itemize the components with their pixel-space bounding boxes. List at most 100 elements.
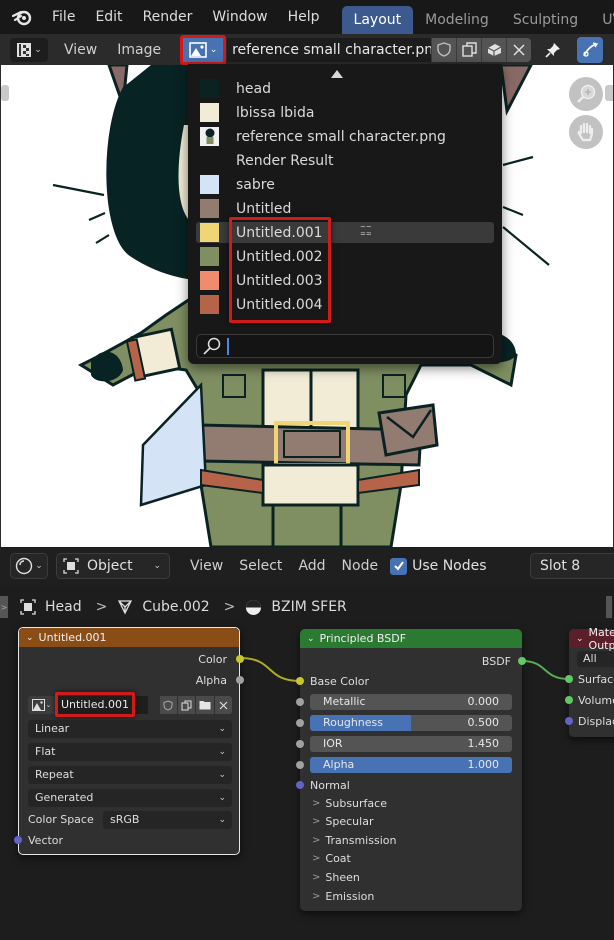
pin-icon[interactable]: [539, 38, 567, 62]
use-nodes-checkbox[interactable]: [390, 557, 408, 575]
collapse-chevron-icon[interactable]: ⌄: [576, 634, 584, 644]
menu-add[interactable]: Add: [290, 558, 333, 574]
tab-layout[interactable]: Layout: [341, 6, 414, 34]
socket-metallic-input[interactable]: [296, 698, 304, 706]
duplicate-image-icon[interactable]: [456, 37, 482, 62]
alpha-slider[interactable]: Alpha 1.000: [310, 757, 512, 773]
socket-base-color-input[interactable]: [296, 677, 304, 685]
pack-image-icon[interactable]: [481, 37, 507, 62]
socket-surface-input[interactable]: [565, 675, 573, 683]
tab-modeling[interactable]: Modeling: [413, 6, 501, 34]
browse-image-button[interactable]: ⌄: [180, 34, 227, 65]
menu-node[interactable]: Node: [334, 558, 387, 574]
socket-color-output[interactable]: [236, 655, 244, 663]
panel-coat[interactable]: > Coat: [312, 852, 351, 865]
image-item-untitled-002[interactable]: Untitled.002: [196, 246, 494, 267]
panel-emission[interactable]: > Emission: [312, 890, 374, 903]
fake-user-shield-icon[interactable]: [159, 696, 177, 714]
chevron-right-icon: >: [95, 599, 108, 615]
input-surface-label: Surface: [578, 673, 614, 686]
unlink-icon[interactable]: [214, 696, 233, 714]
socket-displacement-input[interactable]: [565, 717, 573, 725]
panel-subsurface[interactable]: > Subsurface: [312, 797, 387, 810]
sidebar-toggle-right[interactable]: [605, 85, 613, 101]
ior-slider[interactable]: IOR 1.450: [310, 736, 512, 752]
projection-select[interactable]: Flat ⌄: [28, 743, 232, 761]
toolbar-toggle[interactable]: >: [0, 596, 8, 618]
material-output-node[interactable]: ⌄ Material Output All Surface Volume Dis…: [565, 626, 614, 737]
open-image-folder-icon[interactable]: [196, 696, 214, 714]
image-texture-node[interactable]: ⌄ Untitled.001 Color Alpha ⌄ Untitled.00…: [14, 627, 244, 855]
socket-bsdf-output[interactable]: [518, 657, 526, 665]
color-space-select[interactable]: sRGB ⌄: [103, 811, 232, 829]
socket-vector-input[interactable]: [14, 836, 22, 844]
image-name-field[interactable]: Untitled.001: [54, 696, 148, 714]
image-item-render-result[interactable]: Render Result: [196, 150, 494, 171]
interpolation-select[interactable]: Linear ⌄: [28, 720, 232, 738]
chevron-right-icon: >: [312, 853, 321, 864]
target-select[interactable]: All: [577, 651, 614, 667]
node-header[interactable]: ⌄ Principled BSDF: [300, 629, 522, 648]
panel-specular[interactable]: > Specular: [312, 815, 373, 828]
socket-volume-input[interactable]: [565, 696, 573, 704]
scroll-up-arrow-icon[interactable]: [331, 70, 343, 78]
socket-alpha-input[interactable]: [296, 761, 304, 769]
node-header[interactable]: ⌄ Material Output: [569, 626, 614, 652]
socket-ior-input[interactable]: [296, 740, 304, 748]
image-item-reference[interactable]: reference small character.png: [196, 126, 494, 147]
tab-sculpting[interactable]: Sculpting: [501, 6, 590, 34]
image-item-head[interactable]: head: [196, 78, 494, 99]
panel-transmission[interactable]: > Transmission: [312, 834, 396, 847]
image-item-untitled[interactable]: Untitled: [196, 198, 494, 219]
fake-user-shield-icon[interactable]: [431, 37, 457, 62]
image-item-untitled-004[interactable]: Untitled.004: [196, 294, 494, 315]
image-search-input[interactable]: [196, 334, 494, 358]
duplicate-image-icon[interactable]: [178, 696, 196, 714]
menu-file[interactable]: File: [42, 0, 85, 34]
menu-help[interactable]: Help: [278, 0, 330, 34]
extension-select[interactable]: Repeat ⌄: [28, 766, 232, 784]
uv-sync-icon[interactable]: [577, 36, 604, 63]
image-item-label: Untitled.003: [236, 272, 323, 289]
principled-bsdf-node[interactable]: ⌄ Principled BSDF BSDF Base Color Metall…: [296, 629, 526, 911]
blender-logo-icon[interactable]: [12, 6, 32, 28]
unlink-icon[interactable]: [506, 37, 532, 62]
menu-edit[interactable]: Edit: [85, 0, 132, 34]
collapse-chevron-icon[interactable]: ⌄: [307, 634, 315, 644]
collapse-chevron-icon[interactable]: ⌄: [26, 633, 34, 643]
panel-sheen[interactable]: > Sheen: [312, 871, 360, 884]
image-item-sabre[interactable]: sabre: [196, 174, 494, 195]
menu-render[interactable]: Render: [133, 0, 203, 34]
object-icon: [63, 558, 79, 574]
socket-normal-input[interactable]: [296, 781, 304, 789]
browse-image-button[interactable]: ⌄: [28, 696, 55, 714]
object-mode-select[interactable]: Object ⌄: [56, 553, 170, 579]
image-item-untitled-003[interactable]: Untitled.003: [196, 270, 494, 291]
menu-window[interactable]: Window: [202, 0, 277, 34]
menu-select[interactable]: Select: [231, 558, 290, 574]
zoom-view-button[interactable]: [569, 77, 603, 111]
image-item-lbissa-lbida[interactable]: lbissa lbida: [196, 102, 494, 123]
image-item-untitled-001[interactable]: Untitled.001 ~~ ==: [196, 222, 494, 243]
material-slot-select[interactable]: Slot 8: [530, 553, 614, 579]
pan-view-button[interactable]: [569, 115, 603, 149]
image-name-field[interactable]: reference small character.png: [227, 37, 432, 62]
use-nodes-label[interactable]: Use Nodes: [412, 558, 486, 574]
node-header[interactable]: ⌄ Untitled.001: [19, 628, 239, 647]
editor-type-button[interactable]: ⌄: [10, 37, 48, 62]
sidebar-toggle-left[interactable]: [1, 85, 9, 101]
image-item-label: Untitled.001: [236, 224, 323, 241]
source-select[interactable]: Generated ⌄: [28, 789, 232, 807]
socket-roughness-input[interactable]: [296, 719, 304, 727]
menu-view[interactable]: View: [54, 42, 107, 58]
menu-view[interactable]: View: [182, 558, 231, 574]
socket-alpha-output[interactable]: [236, 676, 244, 684]
metallic-slider[interactable]: Metallic 0.000: [310, 694, 512, 710]
breadcrumb: > Head > Cube.002 > BZIM SFER: [0, 594, 614, 620]
menu-image[interactable]: Image: [107, 42, 171, 58]
editor-type-button[interactable]: ⌄: [10, 553, 48, 579]
sidebar-toggle[interactable]: [606, 596, 612, 618]
color-space-label: Color Space: [28, 813, 94, 826]
roughness-slider[interactable]: Roughness 0.500: [310, 715, 512, 731]
tab-uv-editing[interactable]: UV Editing: [590, 6, 614, 56]
